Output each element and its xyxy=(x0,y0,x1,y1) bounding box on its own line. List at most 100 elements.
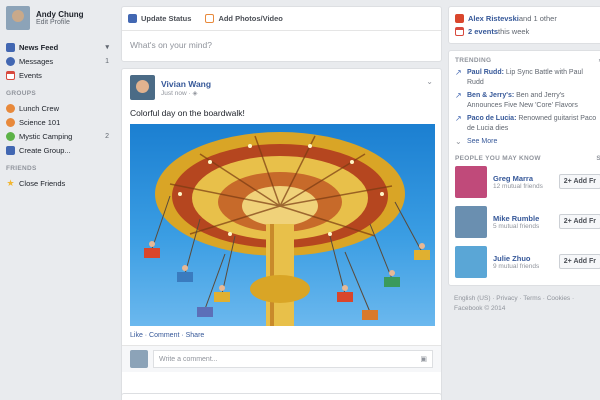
mutual-friends[interactable]: 9 mutual friends xyxy=(493,263,539,270)
news-feed-icon xyxy=(6,42,15,52)
events-count[interactable]: 2 events xyxy=(468,27,498,36)
birthday-name[interactable]: Alex Ristevski xyxy=(468,14,519,23)
post-author[interactable]: Vivian Wang xyxy=(161,79,211,89)
add-friend-button[interactable]: 2+ Add Fr xyxy=(558,254,600,269)
sidebar-item-science-101[interactable]: Science 101 xyxy=(6,115,115,129)
avatar[interactable] xyxy=(455,165,487,198)
count-badge: 2 xyxy=(105,132,109,140)
next-feed-post xyxy=(121,393,442,400)
post-photo[interactable] xyxy=(130,124,435,326)
swing-ride-illustration xyxy=(144,132,430,326)
birthday-rest: and 1 other xyxy=(518,14,557,23)
avatar[interactable] xyxy=(6,6,30,30)
birthday-reminder[interactable]: Alex Ristevski and 1 other xyxy=(455,12,600,25)
sidebar-item-news-feed[interactable]: News Feed ▾ xyxy=(6,40,115,54)
sidebar-item-label: Close Friends xyxy=(19,178,66,188)
trending-topic: Ben & Jerry's: xyxy=(467,92,515,99)
sidebar-item-label: Mystic Camping xyxy=(19,131,73,141)
mutual-friends[interactable]: 5 mutual friends xyxy=(493,223,539,230)
pymk-item: Greg Marra 12 mutual friends 2+ Add Fr xyxy=(455,165,600,198)
add-friend-button[interactable]: 2+ Add Fr xyxy=(558,214,600,229)
group-icon xyxy=(6,117,15,127)
reminders-card: Alex Ristevski and 1 other 2 events this… xyxy=(448,6,600,44)
comment-row: Write a comment... ▣ xyxy=(122,346,441,372)
trending-topic: Paul Rudd: xyxy=(467,69,504,76)
post-actions[interactable]: Like · Comment · Share xyxy=(122,326,441,346)
sidebar-item-mystic-camping[interactable]: Mystic Camping 2 xyxy=(6,129,115,143)
status-input[interactable]: What's on your mind? xyxy=(122,31,441,59)
group-icon xyxy=(6,103,15,113)
trending-item[interactable]: ↗ Paco de Lucia: Renowned guitarist Paco… xyxy=(455,114,600,133)
pencil-icon xyxy=(128,14,137,23)
sidebar-item-label: Create Group... xyxy=(19,145,71,155)
profile-header[interactable]: Andy Chung Edit Profile xyxy=(6,6,115,30)
edit-profile-link[interactable]: Edit Profile xyxy=(36,19,84,26)
gift-icon xyxy=(455,14,464,23)
right-sidebar: Alex Ristevski and 1 other 2 events this… xyxy=(448,6,600,322)
add-friend-icon: 2+ xyxy=(563,258,572,265)
pymk-item: Julie Zhuo 9 mutual friends 2+ Add Fr xyxy=(455,245,600,278)
chevron-down-icon[interactable]: ⌄ xyxy=(426,77,433,86)
chevron-down-icon: ⌄ xyxy=(455,137,462,146)
add-friend-icon: 2+ xyxy=(563,218,572,225)
sidebar-item-label: News Feed xyxy=(19,42,59,52)
trending-icon: ↗ xyxy=(455,114,462,123)
see-all-link[interactable]: S xyxy=(596,155,600,162)
photo-icon xyxy=(205,14,215,23)
post-timestamp[interactable]: Just now · xyxy=(161,90,192,97)
news-feed: Update Status Add Photos/Video What's on… xyxy=(121,6,442,400)
person-name[interactable]: Julie Zhuo xyxy=(493,254,539,263)
pymk-item: Mike Rumble 5 mutual friends 2+ Add Fr xyxy=(455,205,600,238)
trending-icon: ↗ xyxy=(455,68,462,77)
mutual-friends[interactable]: 12 mutual friends xyxy=(493,183,543,190)
trending-header: TRENDING xyxy=(455,57,492,64)
chevron-down-icon[interactable]: ▾ xyxy=(105,43,109,51)
trending-topic: Paco de Lucia: xyxy=(467,115,517,122)
profile-name[interactable]: Andy Chung xyxy=(36,10,84,19)
trending-icon: ↗ xyxy=(455,91,462,100)
person-name[interactable]: Greg Marra xyxy=(493,174,543,183)
feed-post: Vivian Wang Just now · ◈ ⌄ Colorful day … xyxy=(121,68,442,400)
author-avatar[interactable] xyxy=(130,75,155,100)
create-group-icon xyxy=(6,145,15,155)
copyright: Facebook © 2014 xyxy=(454,304,506,312)
trending-item[interactable]: ↗ Paul Rudd: Lip Sync Battle with Paul R… xyxy=(455,68,600,87)
groups-header: GROUPS xyxy=(6,90,36,97)
sidebar-item-create-group[interactable]: Create Group... xyxy=(6,143,115,157)
sidebar-item-messages[interactable]: Messages 1 xyxy=(6,54,115,68)
avatar[interactable] xyxy=(455,245,487,278)
post-text: Colorful day on the boardwalk! xyxy=(130,108,245,118)
events-reminder[interactable]: 2 events this week xyxy=(455,25,600,38)
calendar-icon xyxy=(455,27,464,36)
comment-input[interactable]: Write a comment... ▣ xyxy=(153,350,433,368)
star-icon: ★ xyxy=(6,177,15,188)
pymk-header: PEOPLE YOU MAY KNOW xyxy=(455,154,541,162)
left-sidebar: Andy Chung Edit Profile News Feed ▾ Mess… xyxy=(0,0,115,400)
sidebar-item-label: Science 101 xyxy=(19,117,61,127)
sidebar-item-label: Messages xyxy=(19,56,54,66)
sidebar-item-events[interactable]: Events xyxy=(6,68,115,82)
add-friend-label: Add Fr xyxy=(573,218,596,225)
trending-item[interactable]: ↗ Ben & Jerry's: Ben and Jerry's Announc… xyxy=(455,91,600,110)
sidebar-item-label: Events xyxy=(19,70,42,80)
add-friend-icon: 2+ xyxy=(563,178,572,185)
sidebar-item-lunch-crew[interactable]: Lunch Crew xyxy=(6,101,115,115)
events-rest: this week xyxy=(498,27,530,36)
calendar-icon xyxy=(6,70,15,80)
count-badge: 1 xyxy=(105,57,109,65)
add-friend-button[interactable]: 2+ Add Fr xyxy=(558,174,600,189)
add-photos-tab[interactable]: Add Photos/Video xyxy=(205,14,283,23)
camera-icon[interactable]: ▣ xyxy=(420,355,427,363)
person-name[interactable]: Mike Rumble xyxy=(493,214,539,223)
footer-links[interactable]: English (US) · Privacy · Terms · Cookies… xyxy=(454,294,600,304)
tab-label: Add Photos/Video xyxy=(218,14,283,23)
comment-placeholder: Write a comment... xyxy=(159,355,218,363)
status-composer: Update Status Add Photos/Video What's on… xyxy=(121,6,442,62)
tab-label: Update Status xyxy=(141,14,192,23)
friends-header: FRIENDS xyxy=(6,165,37,172)
see-more-link[interactable]: ⌄ See More xyxy=(455,137,600,147)
update-status-tab[interactable]: Update Status xyxy=(128,14,191,23)
avatar[interactable] xyxy=(455,205,487,238)
privacy-icon[interactable]: ◈ xyxy=(192,90,197,97)
sidebar-item-close-friends[interactable]: ★ Close Friends xyxy=(6,176,115,190)
